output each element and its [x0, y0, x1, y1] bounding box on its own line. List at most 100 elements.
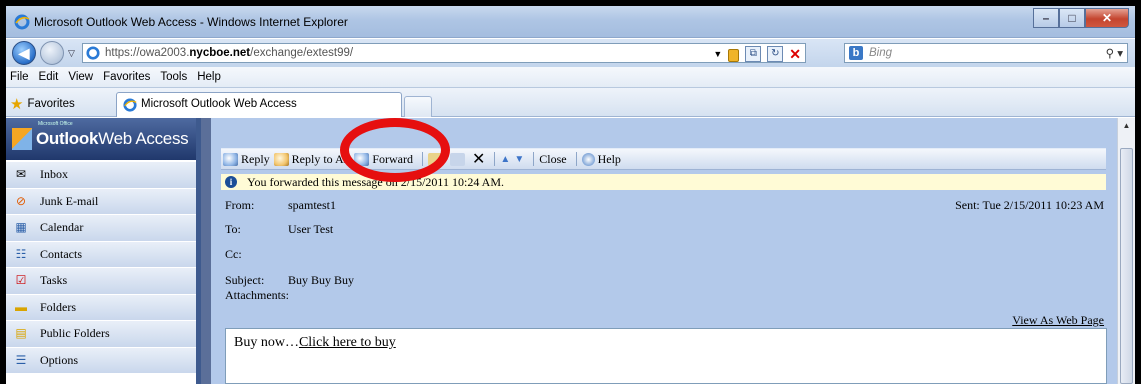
info-icon: i — [225, 176, 237, 188]
owa-header: Microsoft Office OutlookWeb Access — [6, 118, 196, 162]
minimize-button[interactable]: – — [1033, 8, 1059, 28]
refresh-icon[interactable]: ↻ — [767, 46, 784, 62]
to-row: To: User Test — [211, 222, 1117, 240]
attachments-label: Attachments: — [225, 288, 289, 302]
junk-icon: ⊘ — [15, 193, 27, 208]
address-dropdown-icon[interactable]: ▼ — [713, 45, 722, 63]
from-label: From: — [225, 198, 255, 212]
folder-icon: ▬ — [15, 299, 27, 314]
page-icon — [86, 46, 100, 60]
star-icon: ★ — [10, 96, 24, 113]
brand-rest: Web Access — [98, 129, 189, 148]
brand-bold: Outlook — [36, 129, 99, 148]
previous-item-button[interactable]: ▲ — [500, 154, 510, 165]
sidebar-item-public-folders[interactable]: ▤ Public Folders — [6, 321, 196, 348]
calendar-icon: ▦ — [15, 220, 27, 235]
page-content: Microsoft Office OutlookWeb Access ✉ Inbo… — [6, 118, 1135, 384]
help-button[interactable]: Help — [581, 151, 621, 167]
search-icon[interactable]: ⚲ ▾ — [1106, 45, 1123, 63]
reply-icon — [223, 152, 238, 166]
address-bar-row: ◀ ▽ https://owa2003.nycboe.net/exchange/… — [6, 39, 1135, 67]
reply-all-button[interactable]: Reply to All — [273, 152, 350, 167]
buy-link[interactable]: Click here to buy — [299, 335, 396, 350]
menu-help[interactable]: Help — [197, 71, 221, 83]
close-button[interactable]: Close — [539, 152, 566, 167]
up-arrow-icon: ▲ — [500, 153, 511, 165]
toolbar-divider — [533, 152, 535, 166]
public-folder-icon: ▤ — [15, 326, 27, 341]
sidebar-item-junk-email[interactable]: ⊘ Junk E-mail — [6, 188, 196, 215]
next-item-button[interactable]: ▼ — [514, 154, 524, 165]
reply-button[interactable]: Reply — [223, 152, 270, 167]
sidebar-item-inbox[interactable]: ✉ Inbox — [6, 162, 196, 189]
to-value[interactable]: User Test — [288, 222, 333, 237]
favorites-button[interactable]: ★ Favorites — [10, 95, 75, 113]
menu-bar: File Edit View Favorites Tools Help — [6, 67, 1135, 88]
annotation-circle — [340, 118, 450, 182]
address-input[interactable]: https://owa2003.nycboe.net/exchange/exte… — [82, 43, 806, 63]
scroll-up-icon[interactable]: ▲ — [1118, 118, 1135, 134]
contacts-icon: ☷ — [15, 246, 27, 261]
subject-value: Buy Buy Buy — [288, 273, 355, 287]
search-placeholder: Bing — [869, 47, 893, 59]
close-window-button[interactable]: ✕ — [1085, 8, 1129, 28]
scroll-thumb[interactable] — [1120, 148, 1133, 384]
menu-file[interactable]: File — [10, 71, 29, 83]
browser-window: Microsoft Outlook Web Access - Windows I… — [6, 6, 1135, 384]
url-domain: nycboe.net — [189, 47, 251, 59]
menu-favorites[interactable]: Favorites — [103, 71, 150, 83]
sidebar-item-calendar[interactable]: ▦ Calendar — [6, 215, 196, 242]
window-controls: – □ ✕ — [1033, 8, 1129, 28]
close-label: Close — [539, 151, 567, 166]
favorites-label: Favorites — [27, 98, 75, 110]
from-value[interactable]: spamtest1 — [288, 198, 336, 213]
print-icon — [450, 152, 466, 166]
tab-label: Microsoft Outlook Web Access — [141, 98, 297, 110]
vertical-scrollbar[interactable]: ▲ — [1117, 118, 1135, 384]
sidebar-item-label: Contacts — [40, 246, 82, 261]
delete-icon: ✕ — [472, 151, 486, 168]
envelope-icon: ✉ — [15, 167, 27, 182]
lock-icon[interactable] — [728, 48, 740, 62]
ie-logo-icon — [14, 14, 30, 30]
toolbar-divider — [494, 152, 496, 166]
tab-outlook-web-access[interactable]: Microsoft Outlook Web Access — [116, 92, 402, 117]
delete-button[interactable]: ✕ — [472, 149, 485, 169]
stop-icon[interactable]: ✕ — [789, 46, 801, 62]
menu-tools[interactable]: Tools — [160, 71, 187, 83]
maximize-button[interactable]: □ — [1059, 8, 1085, 28]
history-dropdown-icon[interactable]: ▽ — [68, 48, 75, 59]
compatibility-icon[interactable]: ⧉ — [745, 46, 762, 62]
sidebar-item-tasks[interactable]: ☑ Tasks — [6, 268, 196, 295]
forwarded-info-bar: i You forwarded this message on 2/15/201… — [221, 174, 1106, 190]
forward-nav-button[interactable] — [40, 41, 64, 65]
sidebar-item-label: Junk E-mail — [40, 193, 99, 208]
sidebar-item-options[interactable]: ☰ Options — [6, 347, 196, 374]
help-label: Help — [597, 151, 621, 166]
menu-view[interactable]: View — [68, 71, 93, 83]
pane-splitter[interactable] — [201, 118, 211, 384]
sidebar-item-contacts[interactable]: ☷ Contacts — [6, 241, 196, 268]
tasks-icon: ☑ — [15, 273, 27, 288]
tab-ie-icon — [123, 98, 137, 112]
down-arrow-icon: ▼ — [514, 153, 525, 165]
url-prefix: https://owa2003. — [105, 47, 190, 59]
new-tab-button[interactable] — [404, 96, 432, 117]
body-text: Buy now… — [234, 335, 299, 350]
sidebar-item-folders[interactable]: ▬ Folders — [6, 294, 196, 321]
search-input[interactable]: b Bing ⚲ ▾ — [844, 43, 1128, 63]
sidebar-item-label: Tasks — [40, 273, 68, 288]
cc-row: Cc: — [211, 247, 1117, 265]
help-icon — [581, 152, 595, 166]
view-as-web-page-link[interactable]: View As Web Page — [1012, 313, 1104, 328]
owa-sidebar: Microsoft Office OutlookWeb Access ✉ Inbo… — [6, 118, 201, 384]
brand-small: Microsoft Office — [38, 121, 73, 127]
menu-edit[interactable]: Edit — [39, 71, 59, 83]
from-row: From: spamtest1 Sent: Tue 2/15/2011 10:2… — [211, 198, 1117, 216]
message-body: Buy now…Click here to buy — [225, 328, 1107, 384]
back-button[interactable]: ◀ — [12, 41, 36, 65]
sidebar-item-label: Folders — [40, 299, 76, 314]
reply-all-icon — [273, 152, 289, 166]
print-button[interactable] — [450, 152, 468, 166]
sent-value: Sent: Tue 2/15/2011 10:23 AM — [955, 198, 1104, 212]
